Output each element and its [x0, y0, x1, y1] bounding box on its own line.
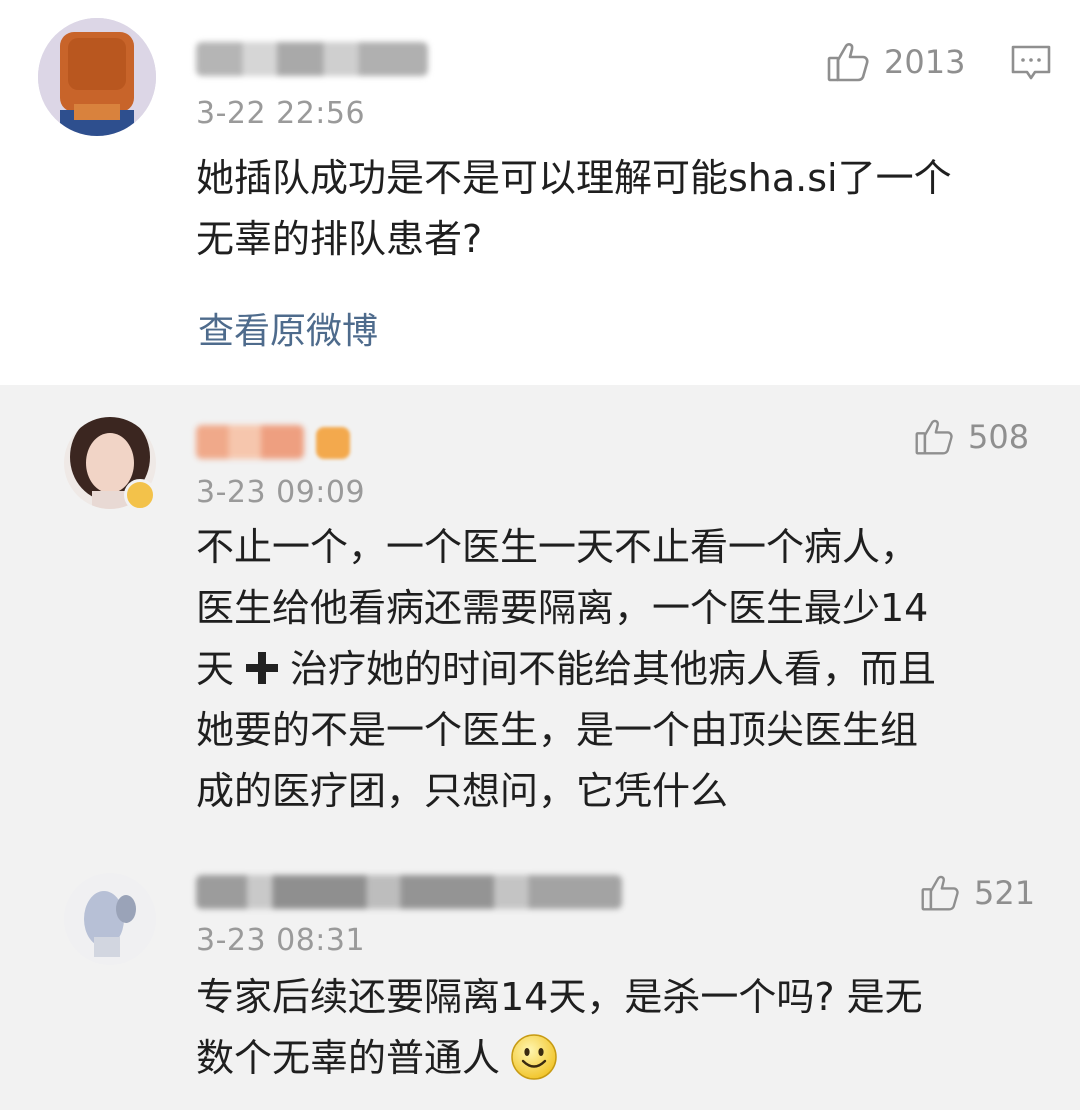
comment-icon[interactable] — [1010, 44, 1052, 82]
verified-badge-icon — [124, 479, 156, 511]
reply-time: 3-23 09:09 — [196, 475, 366, 510]
member-badge-icon — [316, 427, 350, 459]
like-count: 521 — [974, 874, 1036, 912]
username-blurred[interactable] — [196, 425, 304, 459]
comment-text: 她插队成功是不是可以理解可能sha.si了一个 无辜的排队患者? — [196, 156, 952, 261]
reply-text: 不止一个，一个医生一天不止看一个病人， 医生给他看病还需要隔离，一个医生最少14… — [196, 517, 1056, 822]
like-button[interactable]: 2013 — [826, 40, 965, 84]
reply-text-content: 专家后续还要隔离14天，是杀一个吗? 是无 数个无辜的普通人 — [196, 975, 923, 1080]
thumbs-up-icon — [921, 875, 959, 911]
view-original-link[interactable]: 查看原微博 — [198, 302, 378, 354]
smiley-emoji — [511, 1034, 557, 1080]
avatar[interactable] — [38, 18, 156, 136]
thumbs-up-icon — [827, 43, 869, 82]
reply-text-part-2: 治疗她的时间不能给其他病人看，而且 她要的不是一个医生，是一个由顶尖医生组 成的… — [196, 647, 937, 813]
thumbs-up-icon — [915, 419, 953, 455]
replies-section: 3-23 09:09 508 不止一个，一个医生一天不止看一个病人， 医生给他看… — [0, 385, 1080, 1110]
reply-time: 3-23 08:31 — [196, 923, 366, 958]
username-blurred[interactable] — [196, 42, 428, 76]
plus-icon — [246, 652, 279, 684]
like-count: 2013 — [884, 43, 966, 81]
like-button[interactable]: 521 — [920, 873, 1035, 913]
like-count: 508 — [968, 418, 1030, 456]
comment-time: 3-22 22:56 — [196, 96, 366, 131]
avatar[interactable] — [64, 873, 156, 965]
main-comment: 3-22 22:56 2013 她插队成功是不是可以理解可能sha.si了一个 … — [0, 0, 1080, 385]
reply-text: 专家后续还要隔离14天，是杀一个吗? 是无 数个无辜的普通人 — [196, 967, 1056, 1089]
like-button[interactable]: 508 — [914, 417, 1029, 457]
username-blurred[interactable] — [196, 875, 622, 909]
